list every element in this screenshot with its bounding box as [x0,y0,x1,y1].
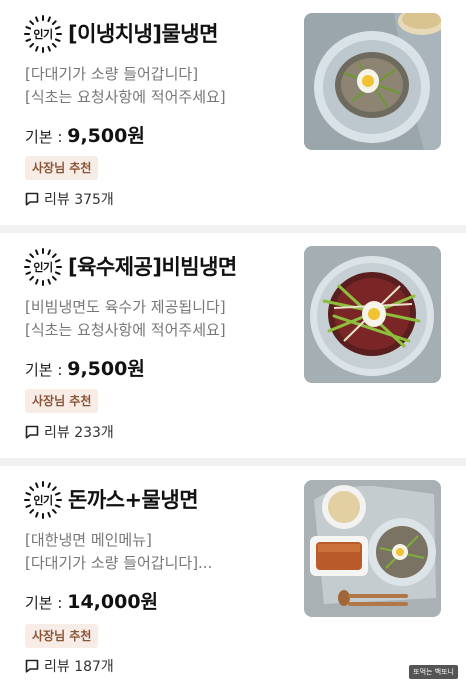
menu-item-desc-line-1: [비빔냉면도 육수가 제공됩니다] [25,298,226,316]
owner-recommend-badge: 사장님 추천 [25,156,99,180]
bibim-naengmyeon-photo-icon [304,246,441,383]
speech-bubble-icon [25,425,39,439]
menu-item-name: [이냉치냉]물냉면 [68,22,218,46]
menu-item-name: 돈까스+물냉면 [68,488,199,512]
menu-item-desc-line-2: [다대기가 소량 들어갑니다]... [25,554,213,572]
owner-recommend-badge: 사장님 추천 [25,624,99,648]
section-divider [0,458,466,466]
menu-item-bibim-naengmyeon[interactable]: 인기 [육수제공]비빔냉면 [비빔냉면도 육수가 제공됩니다] [식초는 요청사… [0,233,466,458]
price-amount: 9,500원 [67,358,145,380]
menu-item-donkatsu-set[interactable]: 인기 돈까스+물냉면 [대한냉면 메인메뉴] [다대기가 소량 들어갑니다]..… [0,466,466,691]
price-label: 기본 : [25,594,63,612]
popular-badge: 인기 [24,481,62,519]
price-label: 기본 : [25,128,63,146]
menu-item-image[interactable] [304,13,441,150]
price-label: 기본 : [25,361,63,379]
speech-bubble-icon [25,659,39,673]
price-amount: 14,000원 [67,591,159,613]
menu-item-desc-line-1: [다대기가 소량 들어갑니다] [25,65,199,83]
menu-item-desc-line-2: [식초는 요청사항에 적어주세요] [25,88,226,106]
donkatsu-set-photo-icon [304,480,441,617]
section-divider [0,225,466,233]
review-count[interactable]: 리뷰 233개 [25,422,114,442]
menu-item-price: 기본 : 14,000원 [25,587,158,614]
menu-item-desc-line-2: [식초는 요청사항에 적어주세요] [25,321,226,339]
review-label: 리뷰 375개 [44,192,114,208]
menu-item-price: 기본 : 9,500원 [25,121,145,148]
menu-item-mul-naengmyeon[interactable]: 인기 [이냉치냉]물냉면 [다대기가 소량 들어갑니다] [식초는 요청사항에 … [0,0,466,225]
popular-badge-label: 인기 [33,494,53,507]
mul-naengmyeon-photo-icon [304,13,441,150]
watermark: 또먹는 백또니 [409,665,458,679]
speech-bubble-icon [25,192,39,206]
menu-item-image[interactable] [304,246,441,383]
menu-item-name: [육수제공]비빔냉면 [68,255,237,279]
menu-item-price: 기본 : 9,500원 [25,354,145,381]
review-count[interactable]: 리뷰 375개 [25,189,114,209]
owner-recommend-badge: 사장님 추천 [25,389,99,413]
price-amount: 9,500원 [67,125,145,147]
review-label: 리뷰 233개 [44,425,114,441]
popular-badge-label: 인기 [33,261,53,274]
popular-badge: 인기 [24,15,62,53]
menu-item-desc-line-1: [대한냉면 메인메뉴] [25,531,152,549]
menu-item-image[interactable] [304,480,441,617]
popular-badge-label: 인기 [33,28,53,41]
review-label: 리뷰 187개 [44,659,114,675]
review-count[interactable]: 리뷰 187개 [25,656,114,676]
popular-badge: 인기 [24,248,62,286]
